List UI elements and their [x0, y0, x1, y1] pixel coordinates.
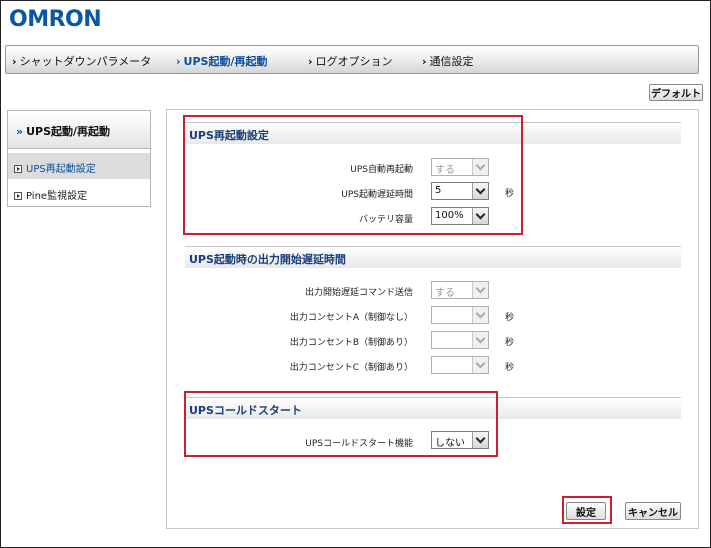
nav-label: 通信設定 [429, 55, 474, 68]
chevron-down-icon [472, 307, 488, 323]
label-outlet-a: 出力コンセントA（制御なし） [289, 313, 413, 323]
chevron-right-icon: › [422, 55, 427, 68]
unit-seconds: 秒 [505, 363, 515, 373]
top-nav: › シャットダウンパラメータ › UPS起動/再起動 › ログオプション › 通信設定 [5, 45, 699, 74]
chevron-down-icon [472, 332, 488, 348]
arrow-box-icon [14, 192, 22, 200]
default-button[interactable]: デフォルト [649, 84, 703, 101]
sidebar-item-label: UPS再起動設定 [26, 164, 96, 175]
unit-seconds: 秒 [505, 313, 515, 323]
cancel-button[interactable]: キャンセル [625, 502, 681, 520]
sidebar-item-ups-restart[interactable]: UPS再起動設定 [8, 153, 150, 179]
chevron-right-icon: › [176, 55, 181, 68]
nav-log-options[interactable]: › ログオプション [308, 53, 393, 69]
delay-command-select: する [431, 281, 489, 299]
chevron-down-icon [472, 282, 488, 298]
outlet-c-select [431, 356, 489, 374]
arrow-box-icon [14, 165, 22, 173]
app-window: OMRON › シャットダウンパラメータ › UPS起動/再起動 › ログオプション … [0, 0, 711, 548]
nav-communication-settings[interactable]: › 通信設定 [422, 53, 474, 69]
label-delay-command: 出力開始遅延コマンド送信 [304, 288, 413, 298]
highlight-box-restart [183, 115, 523, 235]
select-value: する [435, 288, 455, 299]
sidebar-heading-label: UPS起動/再起動 [26, 125, 111, 138]
outlet-a-select [431, 306, 489, 324]
sidebar-item-pine-monitor[interactable]: Pine監視設定 [8, 180, 150, 206]
sidebar-heading: » UPS起動/再起動 [8, 111, 150, 149]
chevron-down-icon [472, 357, 488, 373]
nav-ups-startup-restart[interactable]: › UPS起動/再起動 [176, 53, 267, 69]
sidebar-item-label: Pine監視設定 [26, 191, 88, 202]
sidebar: » UPS起動/再起動 UPS再起動設定 Pine監視設定 [7, 110, 151, 207]
chevron-right-icon: › [308, 55, 313, 68]
nav-label: UPS起動/再起動 [183, 55, 268, 68]
nav-label: ログオプション [315, 55, 393, 68]
nav-label: シャットダウンパラメータ [19, 55, 152, 68]
chevron-right-icon: › [12, 55, 17, 68]
highlight-box-apply [562, 496, 612, 524]
omron-logo: OMRON [9, 7, 102, 32]
outlet-b-select [431, 331, 489, 349]
highlight-box-cold-start [184, 391, 498, 457]
double-chevron-icon: » [16, 125, 24, 138]
unit-seconds: 秒 [505, 338, 515, 348]
section-title-output-delay: UPS起動時の出力開始遅延時間 [185, 246, 681, 268]
nav-shutdown-params[interactable]: › シャットダウンパラメータ [12, 53, 151, 69]
label-outlet-c: 出力コンセントC（制御あり） [289, 363, 413, 373]
label-outlet-b: 出力コンセントB（制御あり） [289, 338, 413, 348]
